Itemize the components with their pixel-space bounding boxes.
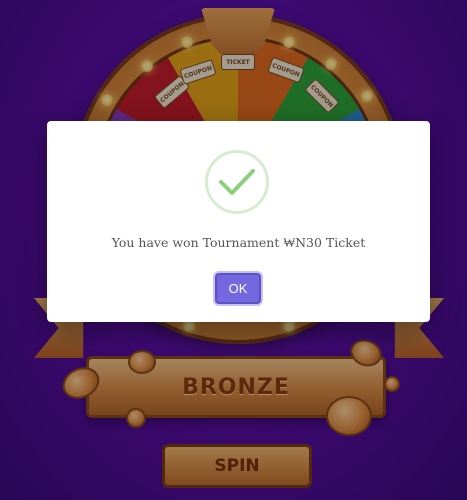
win-message: You have won Tournament ₩N30 Ticket	[111, 235, 366, 250]
success-circle	[205, 150, 269, 214]
win-dialog: You have won Tournament ₩N30 Ticket OK	[47, 121, 430, 322]
prize-wheel-screen: COUPON COUPON COUPON COUPON TICKET BRONZ…	[0, 0, 467, 500]
ok-button[interactable]: OK	[215, 273, 261, 304]
checkmark-icon	[219, 169, 255, 195]
